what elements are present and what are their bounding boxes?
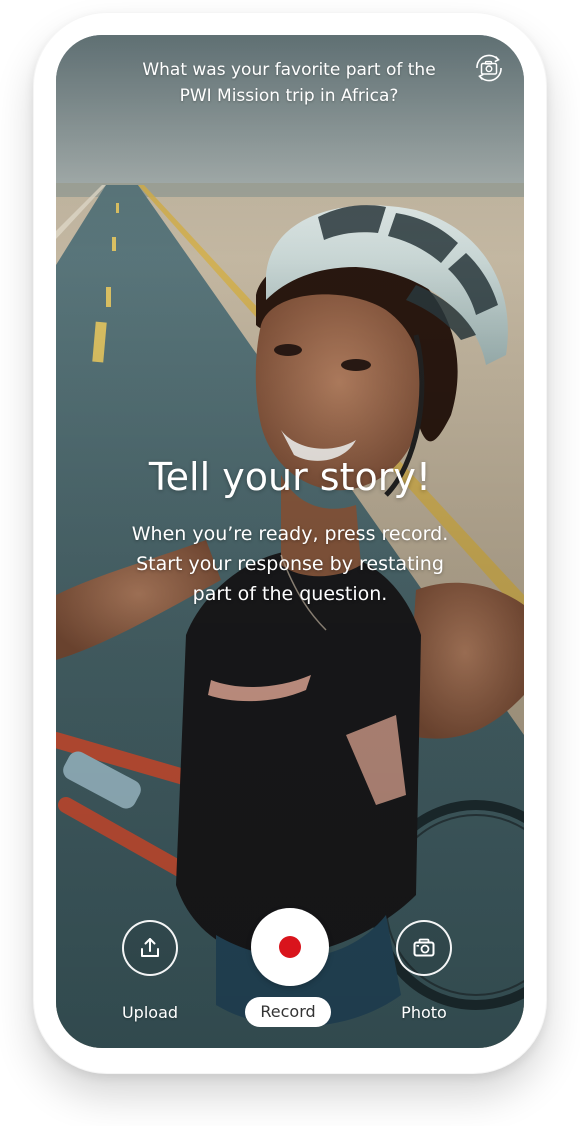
recording-instructions: When you’re ready, press record. Start y… <box>131 523 449 605</box>
record-button[interactable] <box>251 908 329 986</box>
tell-your-story-heading: Tell your story! <box>148 455 432 499</box>
camera-icon <box>413 938 435 957</box>
photo-label: Photo <box>401 1003 447 1022</box>
upload-button[interactable] <box>122 920 178 976</box>
photo-button[interactable] <box>396 920 452 976</box>
flip-camera-button[interactable] <box>470 49 508 87</box>
flip-camera-icon <box>476 54 502 82</box>
camera-screen: What was your favorite part of the PWI M… <box>56 35 524 1048</box>
question-prompt: What was your favorite part of the PWI M… <box>142 60 436 106</box>
record-mode-tab[interactable]: Record <box>245 997 331 1027</box>
upload-icon <box>141 938 159 957</box>
upload-label: Upload <box>121 1003 179 1022</box>
record-dot-icon <box>279 936 301 958</box>
